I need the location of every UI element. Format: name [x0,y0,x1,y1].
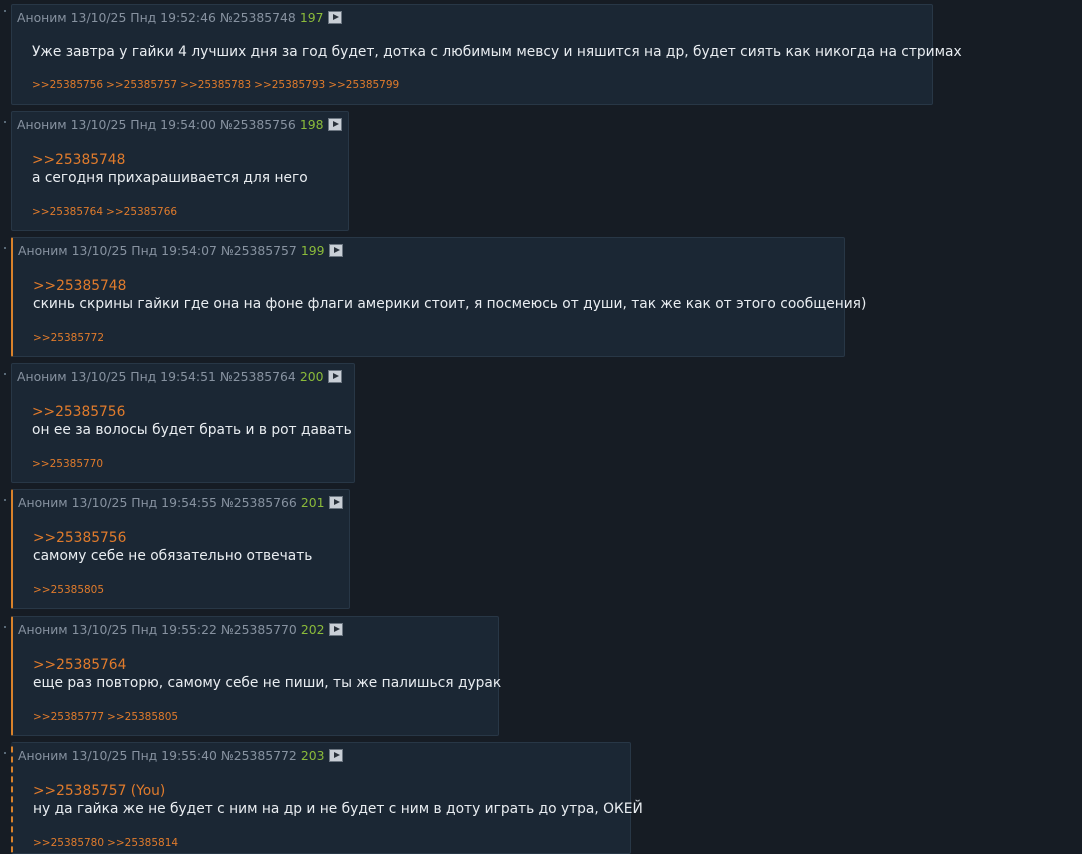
post: Аноним 13/10/25 Пнд 19:54:00 №25385756 198 … [11,111,349,231]
reply-link[interactable]: >>25385756 [33,529,312,547]
post-author: Аноним [17,117,67,132]
post-number: 203 [300,748,325,763]
post: Аноним 13/10/25 Пнд 19:54:55 №25385766 201 … [11,489,350,609]
post-header: Аноним 13/10/25 Пнд 19:52:46 №25385748 197 [17,10,346,26]
post-answers: >>25385777 >>25385805 [33,710,181,724]
post-number: 201 [300,495,325,510]
post-number: 202 [300,622,325,637]
post-id[interactable]: №25385757 [221,243,297,258]
post-text: еще раз повторю, самому себе не пиши, ты… [33,675,502,691]
post-author: Аноним [18,495,68,510]
post-date[interactable]: 13/10/25 Пнд 19:55:22 [72,622,217,637]
post-header: Аноним 13/10/25 Пнд 19:54:55 №25385766 201 [18,495,347,511]
post-author: Аноним [18,243,68,258]
post-answers: >>25385756 >>25385757 >>25385783 >>25385793… [32,78,402,92]
expand-play-icon[interactable] [329,244,344,257]
post-marker-dot [4,499,6,501]
answer-link[interactable]: >>25385764 [32,206,103,218]
post-marker-dot [4,247,6,249]
answer-link[interactable]: >>25385772 [33,332,104,344]
post-number: 200 [299,369,324,384]
post-answers: >>25385772 [33,331,107,345]
post-body: >>25385756 самому себе не обязательно от… [33,529,312,566]
post-number: 198 [299,117,324,132]
answer-link[interactable]: >>25385783 [180,79,251,91]
post-body: Уже завтра у гайки 4 лучших дня за год б… [32,43,962,62]
post-text: скинь скрины гайки где она на фоне флаги… [33,296,867,312]
thread: Аноним 13/10/25 Пнд 19:52:46 №25385748 197 … [0,0,1082,854]
post: Аноним 13/10/25 Пнд 19:52:46 №25385748 197 … [11,4,962,105]
post-header: Аноним 13/10/25 Пнд 19:55:40 №25385772 203 [18,748,347,764]
post-body: >>25385748 скинь скрины гайки где она на… [33,277,866,314]
answer-link[interactable]: >>25385766 [106,206,177,218]
post-date[interactable]: 13/10/25 Пнд 19:52:46 [71,10,216,25]
post-marker-dot [4,10,6,12]
post-number: 199 [300,243,325,258]
post-marker-dot [4,121,6,123]
post-id[interactable]: №25385748 [220,10,296,25]
post: Аноним 13/10/25 Пнд 19:54:07 №25385757 199 … [11,237,866,357]
answer-link[interactable]: >>25385805 [107,711,178,723]
post-text: а сегодня прихарашивается для него [32,170,308,186]
reply-link[interactable]: >>25385764 [33,656,501,674]
post-author: Аноним [17,10,67,25]
reply-link[interactable]: >>25385748 [32,151,308,169]
answer-link[interactable]: >>25385793 [254,79,325,91]
expand-play-icon[interactable] [328,118,343,131]
post-id[interactable]: №25385772 [221,748,297,763]
reply-link[interactable]: >>25385757 (You) [33,782,643,800]
post-author: Аноним [17,369,67,384]
post-text: он ее за волосы будет брать и в рот дава… [32,422,352,438]
post-header: Аноним 13/10/25 Пнд 19:55:22 №25385770 202 [18,622,347,638]
post-id[interactable]: №25385766 [221,495,297,510]
post-header: Аноним 13/10/25 Пнд 19:54:07 №25385757 199 [18,243,347,259]
answer-link[interactable]: >>25385805 [33,584,104,596]
post-body: >>25385764 еще раз повторю, самому себе … [33,656,501,693]
expand-play-icon[interactable] [329,749,344,762]
post-answers: >>25385764 >>25385766 [32,205,180,219]
reply-link[interactable]: >>25385748 [33,277,866,295]
answer-link[interactable]: >>25385780 [33,837,104,849]
reply-link[interactable]: >>25385756 [32,403,352,421]
post-id[interactable]: №25385764 [220,369,296,384]
post-answers: >>25385805 [33,583,107,597]
expand-play-icon[interactable] [329,496,344,509]
post-id[interactable]: №25385756 [220,117,296,132]
post-id[interactable]: №25385770 [221,622,297,637]
post-date[interactable]: 13/10/25 Пнд 19:54:00 [71,117,216,132]
expand-play-icon[interactable] [329,623,344,636]
answer-link[interactable]: >>25385757 [106,79,177,91]
post-answers: >>25385780 >>25385814 [33,836,181,850]
post: Аноним 13/10/25 Пнд 19:55:40 №25385772 203 … [11,742,643,854]
post: Аноним 13/10/25 Пнд 19:54:51 №25385764 200 … [11,363,355,483]
post-header: Аноним 13/10/25 Пнд 19:54:00 №25385756 198 [17,117,346,133]
post-body: >>25385757 (You) ну да гайка же не будет… [33,782,643,819]
answer-link[interactable]: >>25385756 [32,79,103,91]
post-date[interactable]: 13/10/25 Пнд 19:55:40 [72,748,217,763]
post-header: Аноним 13/10/25 Пнд 19:54:51 №25385764 200 [17,369,346,385]
answer-link[interactable]: >>25385814 [107,837,178,849]
post-text: самому себе не обязательно отвечать [33,548,313,564]
post-date[interactable]: 13/10/25 Пнд 19:54:55 [72,495,217,510]
post-marker-dot [4,626,6,628]
answer-link[interactable]: >>25385777 [33,711,104,723]
post: Аноним 13/10/25 Пнд 19:55:22 №25385770 202 … [11,616,501,736]
post-marker-dot [4,752,6,754]
post-marker-dot [4,373,6,375]
post-body: >>25385748 а сегодня прихарашивается для… [32,151,308,188]
post-date[interactable]: 13/10/25 Пнд 19:54:07 [72,243,217,258]
answer-link[interactable]: >>25385770 [32,458,103,470]
post-author: Аноним [18,748,68,763]
post-answers: >>25385770 [32,457,106,471]
post-text: Уже завтра у гайки 4 лучших дня за год б… [32,44,962,60]
post-author: Аноним [18,622,68,637]
expand-play-icon[interactable] [328,11,343,24]
answer-link[interactable]: >>25385799 [328,79,399,91]
post-text: ну да гайка же не будет с ним на др и не… [33,801,643,817]
expand-play-icon[interactable] [328,370,343,383]
post-number: 197 [299,10,324,25]
post-date[interactable]: 13/10/25 Пнд 19:54:51 [71,369,216,384]
post-body: >>25385756 он ее за волосы будет брать и… [32,403,352,440]
